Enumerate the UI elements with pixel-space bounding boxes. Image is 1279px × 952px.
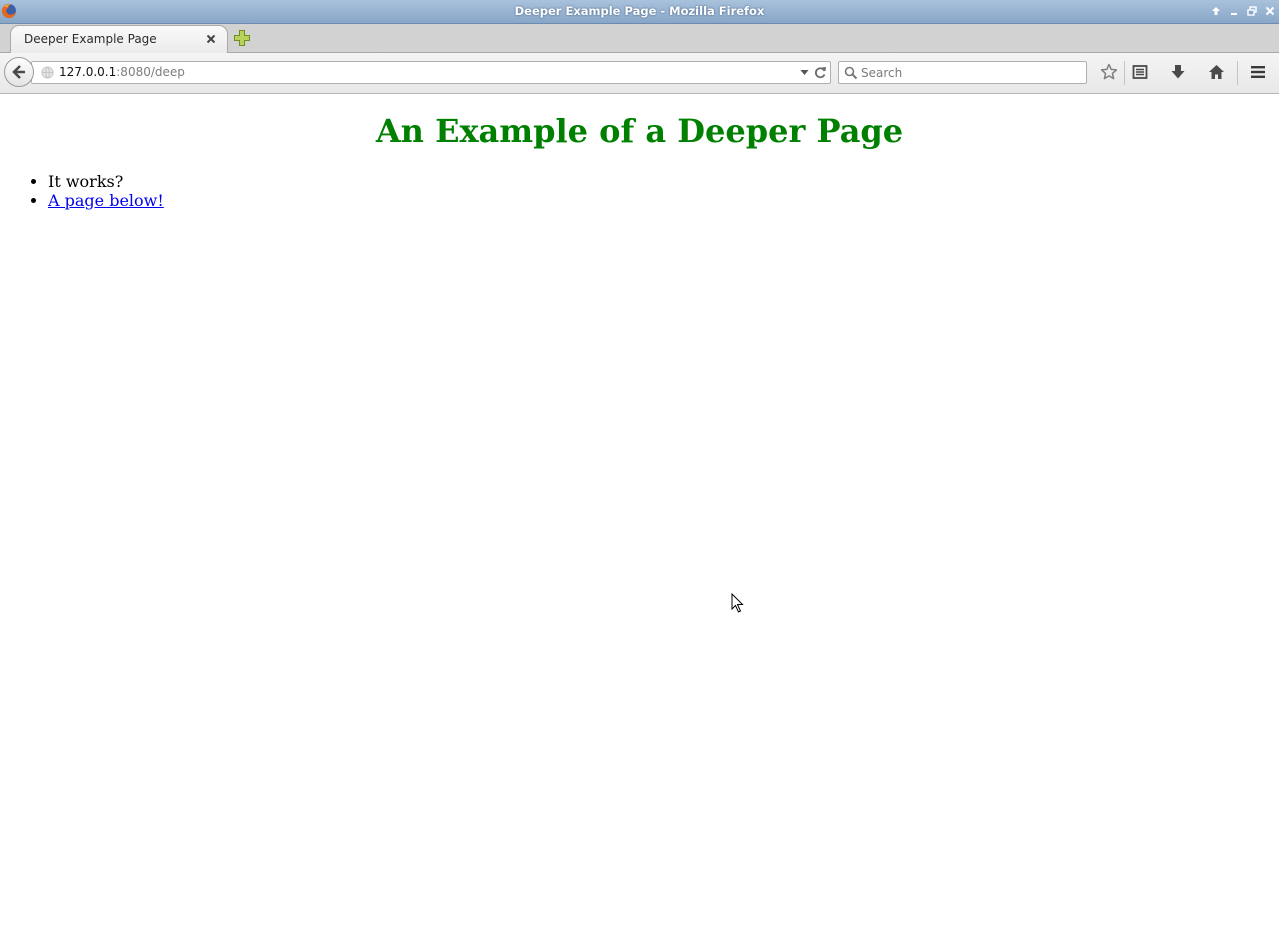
window-close-icon[interactable] xyxy=(1263,4,1277,18)
list-item-text: It works? xyxy=(48,172,124,191)
search-box[interactable] xyxy=(838,61,1087,84)
tab-close-icon[interactable] xyxy=(205,33,217,45)
window-up-icon[interactable] xyxy=(1209,4,1223,18)
tab-deeper-example-page[interactable]: Deeper Example Page xyxy=(10,25,228,53)
downloads-icon[interactable] xyxy=(1168,62,1188,82)
list-item: A page below! xyxy=(48,191,164,210)
page-content: An Example of a Deeper Page It works? A … xyxy=(0,94,1279,952)
search-icon xyxy=(844,66,858,80)
bookmark-star-icon[interactable] xyxy=(1099,62,1119,82)
mouse-pointer-icon xyxy=(731,593,744,613)
page-heading: An Example of a Deeper Page xyxy=(375,112,904,150)
new-tab-plus-icon[interactable] xyxy=(233,29,251,47)
url-bar[interactable]: 127.0.0.1:8080/deep xyxy=(31,61,831,84)
reading-list-icon[interactable] xyxy=(1130,62,1150,82)
globe-icon xyxy=(41,66,54,79)
hamburger-menu-icon[interactable] xyxy=(1248,62,1268,82)
reload-icon[interactable] xyxy=(814,66,827,79)
window-maximize-icon[interactable] xyxy=(1245,4,1259,18)
url-path: :8080/deep xyxy=(116,65,185,79)
navigation-toolbar: 127.0.0.1:8080/deep xyxy=(0,53,1279,94)
window-titlebar: Deeper Example Page - Mozilla Firefox xyxy=(0,0,1279,24)
tab-title: Deeper Example Page xyxy=(24,32,157,46)
window-minimize-icon[interactable] xyxy=(1227,4,1241,18)
list-item: It works? xyxy=(48,172,164,191)
tab-strip: Deeper Example Page xyxy=(0,24,1279,53)
home-icon[interactable] xyxy=(1206,62,1226,82)
toolbar-separator xyxy=(1237,61,1238,85)
window-title: Deeper Example Page - Mozilla Firefox xyxy=(514,4,765,18)
url-host: 127.0.0.1 xyxy=(59,65,117,79)
toolbar-separator xyxy=(1124,61,1125,85)
back-button[interactable] xyxy=(4,57,34,87)
url-text[interactable]: 127.0.0.1:8080/deep xyxy=(59,65,185,79)
page-below-link[interactable]: A page below! xyxy=(48,191,164,210)
content-list: It works? A page below! xyxy=(0,172,164,210)
search-input[interactable] xyxy=(861,64,1081,81)
back-arrow-icon xyxy=(12,65,25,79)
chevron-down-icon[interactable] xyxy=(800,69,809,76)
